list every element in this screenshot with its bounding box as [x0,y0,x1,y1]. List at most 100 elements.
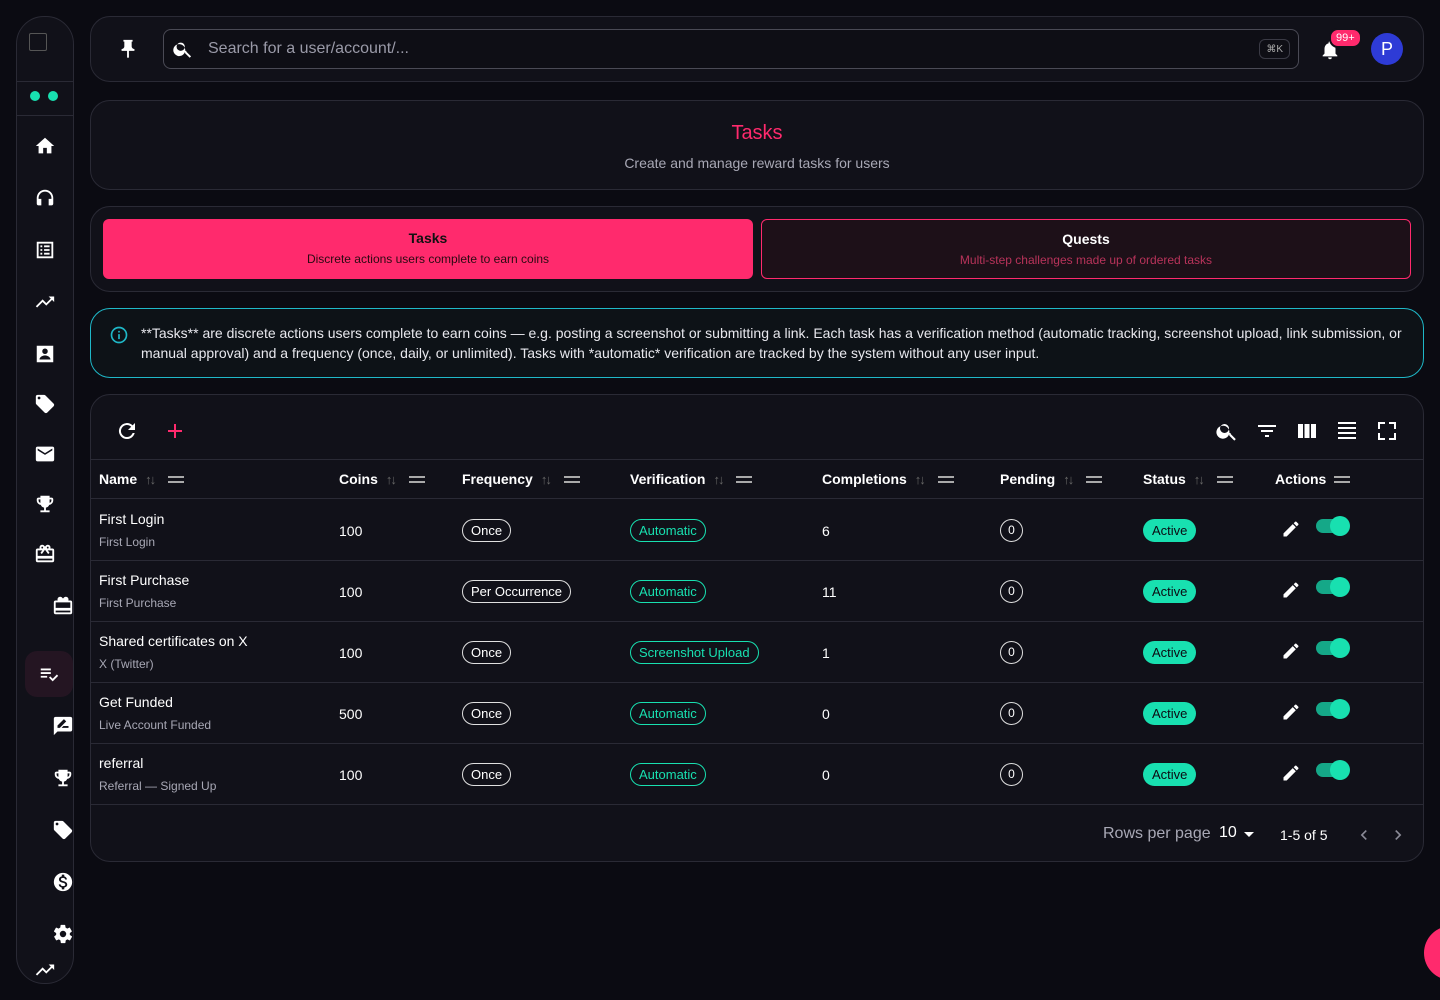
status-badge: Active [1143,702,1197,725]
column-header-coins[interactable]: Coins ↑↓ [339,471,425,487]
sidebar-item-support[interactable] [21,175,69,221]
column-header-name[interactable]: Name ↑↓ [99,471,185,487]
edit-button[interactable] [1281,580,1301,600]
sidebar-divider [17,81,73,82]
task-name: referral [99,755,144,771]
pending-count: 0 [1000,763,1023,786]
column-header-frequency[interactable]: Frequency ↑↓ [462,471,580,487]
refresh-button[interactable] [115,419,139,443]
tab-tasks[interactable]: Tasks Discrete actions users complete to… [103,219,753,279]
sidebar-item-contacts[interactable] [21,331,69,377]
search-input[interactable] [208,30,1238,68]
chevron-down-icon[interactable] [1244,832,1254,837]
edit-button[interactable] [1281,763,1301,783]
add-task-button[interactable] [163,419,187,443]
verification-chip: Automatic [630,702,706,725]
completions-value: 1 [822,645,830,661]
filter-list-icon [1258,425,1276,437]
edit-button[interactable] [1281,641,1301,661]
coins-value: 100 [339,767,363,783]
sort-icon[interactable]: ↑↓ [1063,472,1074,487]
table-row: First Purchase First Purchase 100 Per Oc… [91,561,1423,622]
table-search-button[interactable] [1215,419,1239,443]
coins-value: 100 [339,584,363,600]
page-title: Tasks [731,122,783,144]
list-alt-icon [36,241,54,259]
next-page-button[interactable] [1388,825,1408,845]
column-header-status[interactable]: Status ↑↓ [1143,471,1233,487]
trending-up-icon [35,296,55,308]
drag-handle-icon[interactable] [1216,475,1233,483]
drag-handle-icon[interactable] [1334,475,1351,483]
column-label: Status [1143,471,1186,487]
mode-toggle: Tasks Discrete actions users complete to… [90,206,1424,292]
sort-icon[interactable]: ↑↓ [145,472,156,487]
fullscreen-button[interactable] [1375,419,1399,443]
sidebar-divider [17,115,73,116]
frequency-chip: Once [462,763,512,786]
plus-icon [168,424,182,438]
sidebar-item-analytics[interactable] [21,279,69,325]
sort-icon[interactable]: ↑↓ [713,472,724,487]
column-label: Frequency [462,471,533,487]
column-header-completions[interactable]: Completions ↑↓ [822,471,954,487]
search-bar[interactable]: ⌘K [163,29,1299,69]
task-name: Get Funded [99,694,173,710]
sidebar-item-giftcards[interactable] [21,531,69,577]
active-toggle[interactable] [1316,577,1350,597]
sort-icon[interactable]: ↑↓ [1194,472,1205,487]
column-header-verification[interactable]: Verification ↑↓ [630,471,753,487]
columns-button[interactable] [1295,419,1319,443]
sort-icon[interactable]: ↑↓ [386,472,397,487]
edit-icon [1283,582,1299,598]
tab-quests[interactable]: Quests Multi-step challenges made up of … [761,219,1411,279]
drag-handle-icon[interactable] [408,475,425,483]
playlist-check-icon [40,668,59,682]
floating-action-button[interactable] [1424,926,1440,980]
sidebar-item-coupons[interactable] [39,807,87,853]
sidebar-item-tags[interactable] [21,381,69,427]
sidebar-item-reviews[interactable] [39,703,87,749]
sidebar-item-redeem[interactable] [39,583,87,629]
pin-button[interactable] [117,38,139,60]
edit-button[interactable] [1281,702,1301,722]
contact-card-icon [36,345,54,363]
fullscreen-icon [1378,422,1396,440]
sidebar-item-competitions[interactable] [21,481,69,527]
avatar[interactable]: P [1371,33,1403,65]
trophy-icon [54,769,72,787]
rows-per-page-select[interactable]: 10 [1219,824,1237,842]
sort-icon[interactable]: ↑↓ [915,472,926,487]
task-name: First Purchase [99,572,190,588]
chevron-right-icon [1395,830,1402,840]
drag-handle-icon[interactable] [168,475,185,483]
filter-button[interactable] [1255,419,1279,443]
active-toggle[interactable] [1316,516,1350,536]
sidebar-item-payments[interactable] [39,859,87,905]
info-text: **Tasks** are discrete actions users com… [141,325,1402,361]
status-badge: Active [1143,641,1197,664]
active-toggle[interactable] [1316,760,1350,780]
sort-icon[interactable]: ↑↓ [541,472,552,487]
tab-title: Tasks [408,230,448,246]
drag-handle-icon[interactable] [1086,475,1103,483]
drag-handle-icon[interactable] [563,475,580,483]
drag-handle-icon[interactable] [736,475,753,483]
frequency-chip: Once [462,641,512,664]
active-toggle[interactable] [1316,699,1350,719]
verification-chip: Automatic [630,580,706,603]
drag-handle-icon[interactable] [937,475,954,483]
sidebar-item-list[interactable] [21,227,69,273]
pending-count: 0 [1000,519,1023,542]
sidebar-item-tasks[interactable] [25,651,73,697]
previous-page-button[interactable] [1354,825,1374,845]
density-button[interactable] [1335,419,1359,443]
sidebar-item-mail[interactable] [21,431,69,477]
column-header-pending[interactable]: Pending ↑↓ [1000,471,1103,487]
sidebar-item-trends[interactable] [21,947,69,993]
sidebar-item-leaderboard[interactable] [39,755,87,801]
table-row: Get Funded Live Account Funded 500 Once … [91,683,1423,744]
edit-button[interactable] [1281,519,1301,539]
active-toggle[interactable] [1316,638,1350,658]
sidebar-item-home[interactable] [21,123,69,169]
